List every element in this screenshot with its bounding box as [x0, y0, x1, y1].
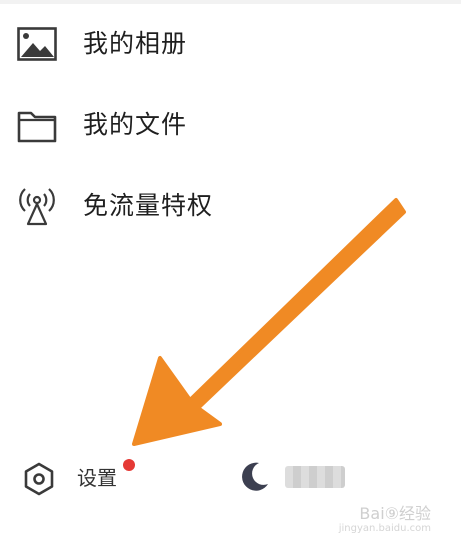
- menu-item-label: 我的相册: [83, 29, 188, 58]
- notification-dot: [123, 459, 135, 471]
- bottom-bar: 设置: [0, 448, 461, 508]
- folder-icon: [17, 105, 57, 145]
- blurred-label: [285, 466, 345, 488]
- menu-item-my-files[interactable]: 我的文件: [0, 95, 461, 155]
- menu-item-my-album[interactable]: 我的相册: [0, 14, 461, 74]
- moon-icon: [237, 460, 271, 494]
- watermark-url: jingyan.baidu.com: [338, 523, 431, 534]
- hexagon-settings-icon: [22, 462, 56, 496]
- top-divider: [0, 0, 461, 4]
- broadcast-tower-icon: [17, 186, 57, 226]
- watermark: Bai⑨经验: [359, 504, 431, 523]
- photo-album-icon: [17, 24, 57, 64]
- night-mode-button[interactable]: [237, 460, 347, 500]
- menu-item-free-data[interactable]: 免流量特权: [0, 176, 461, 236]
- settings-button[interactable]: 设置: [22, 454, 142, 500]
- menu-item-label: 我的文件: [83, 110, 188, 139]
- settings-label: 设置: [77, 466, 117, 490]
- menu-item-label: 免流量特权: [83, 191, 214, 220]
